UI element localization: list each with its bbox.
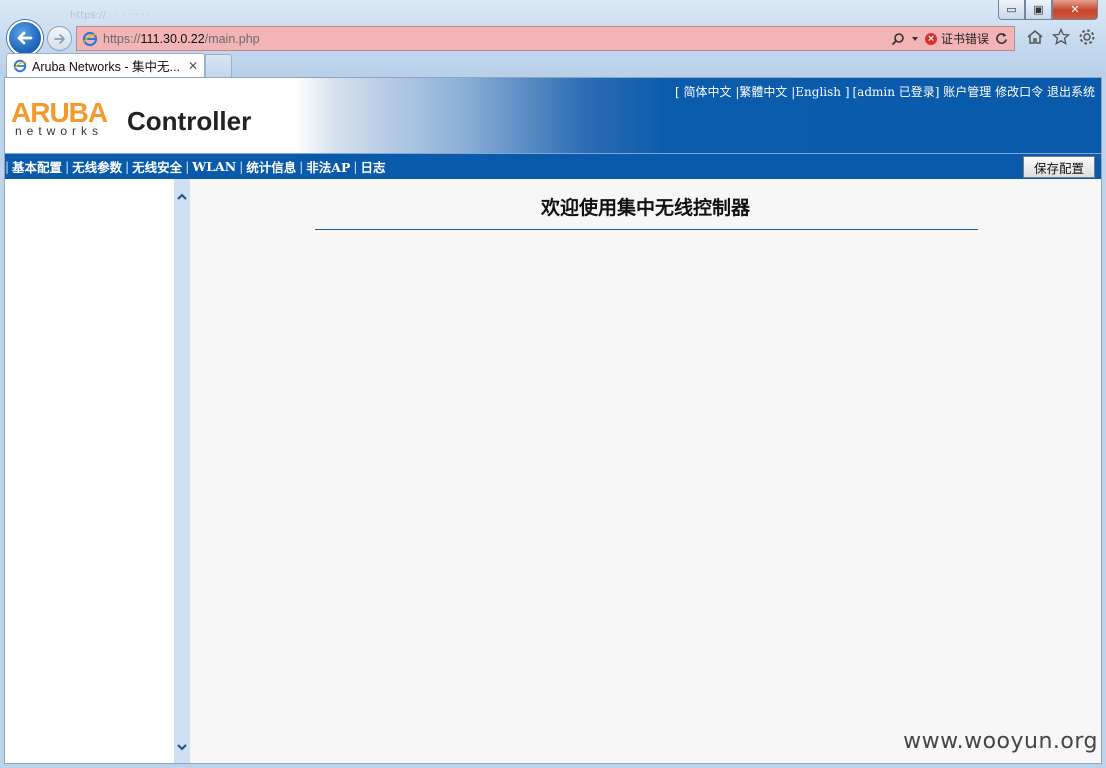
page-header: ARUBA networks Controller [ 简体中文 |繁體中文 |…: [5, 78, 1101, 153]
bracket-close: ]: [844, 85, 850, 99]
browser-chrome: https:// · · · · · · · ▭ ▣ ✕ https://111…: [0, 0, 1106, 77]
window-title-ghost: https:// · · · · · · ·: [70, 10, 151, 21]
lang-english[interactable]: English: [795, 85, 841, 99]
favorites-star-icon[interactable]: [1052, 28, 1070, 46]
svg-text:Controller: Controller: [127, 106, 251, 136]
back-button[interactable]: [7, 20, 43, 56]
main-content: 欢迎使用集中无线控制器: [190, 179, 1101, 763]
search-icon[interactable]: [891, 32, 905, 46]
menu-wireless-params[interactable]: 无线参数: [69, 157, 125, 176]
page-title: 欢迎使用集中无线控制器: [540, 197, 750, 219]
error-x-icon: ×: [924, 32, 937, 45]
restore-button[interactable]: ▣: [1025, 0, 1052, 20]
frame-splitter[interactable]: [174, 179, 190, 763]
window-controls: ▭ ▣ ✕: [998, 0, 1098, 20]
menu-wlan[interactable]: WLAN: [189, 159, 239, 174]
menu-rogue-ap[interactable]: 非法AP: [303, 157, 353, 176]
main-menu: | 基本配置 | 无线参数 | 无线安全 | WLAN | 统计信息 | 非法A…: [5, 153, 1101, 179]
certificate-error-label: 证书错误: [940, 32, 989, 46]
browser-tab-active[interactable]: Aruba Networks - 集中无... ✕: [6, 53, 205, 77]
home-icon[interactable]: [1026, 28, 1044, 46]
save-config-button[interactable]: 保存配置: [1022, 156, 1095, 178]
tab-close-icon[interactable]: ✕: [188, 59, 198, 73]
web-page: ARUBA networks Controller [ 简体中文 |繁體中文 |…: [4, 77, 1102, 764]
chevron-down-icon[interactable]: [175, 740, 189, 754]
menu-basic-config[interactable]: 基本配置: [9, 157, 65, 176]
ie-tab-icon: [13, 59, 27, 72]
forward-button[interactable]: [47, 26, 72, 51]
aruba-controller-logo: ARUBA networks Controller: [11, 98, 251, 138]
refresh-icon[interactable]: [995, 32, 1008, 45]
dropdown-arrow-icon[interactable]: [911, 35, 919, 43]
user-links: [admin 已登录] 账户管理 修改口令 退出系统: [853, 83, 1096, 100]
new-tab-button[interactable]: [205, 54, 232, 77]
title-divider: [315, 229, 978, 230]
arrow-left-icon: [17, 31, 33, 45]
bracket-open: [: [675, 85, 680, 99]
menu-statistics[interactable]: 统计信息: [243, 157, 299, 176]
browser-toolbar-icons: [1026, 28, 1096, 46]
settings-gear-icon[interactable]: [1078, 28, 1096, 46]
certificate-error-indicator[interactable]: × 证书错误: [924, 30, 989, 47]
login-status: [admin 已登录]: [852, 85, 940, 99]
account-management-link[interactable]: 账户管理: [943, 85, 991, 99]
address-tools: × 证书错误: [891, 30, 1014, 47]
lang-simplified-chinese[interactable]: 简体中文: [684, 85, 732, 99]
lang-traditional-chinese[interactable]: 繁體中文: [739, 85, 787, 99]
language-switcher: [ 简体中文 |繁體中文 |English ]: [675, 83, 850, 100]
url-host: 111.30.0.22: [140, 31, 205, 46]
svg-text:networks: networks: [15, 124, 103, 138]
ie-page-icon: [82, 31, 98, 46]
watermark-text: www.wooyun.org: [903, 729, 1098, 754]
url-scheme: https://: [103, 31, 141, 46]
url-path: /main.php: [204, 31, 260, 46]
left-navigation-panel: [5, 179, 174, 763]
logout-link[interactable]: 退出系统: [1047, 85, 1095, 99]
address-bar[interactable]: https://111.30.0.22/main.php × 证书错误: [76, 26, 1015, 51]
arrow-right-icon: [53, 33, 65, 44]
change-password-link[interactable]: 修改口令: [995, 85, 1043, 99]
menu-wireless-security[interactable]: 无线安全: [129, 157, 185, 176]
url-text: https://111.30.0.22/main.php: [103, 32, 260, 46]
chevron-up-icon[interactable]: [175, 190, 189, 204]
minimize-button[interactable]: ▭: [998, 0, 1025, 20]
close-window-button[interactable]: ✕: [1052, 0, 1098, 20]
menu-log[interactable]: 日志: [357, 157, 388, 176]
tab-title: Aruba Networks - 集中无...: [32, 60, 180, 74]
